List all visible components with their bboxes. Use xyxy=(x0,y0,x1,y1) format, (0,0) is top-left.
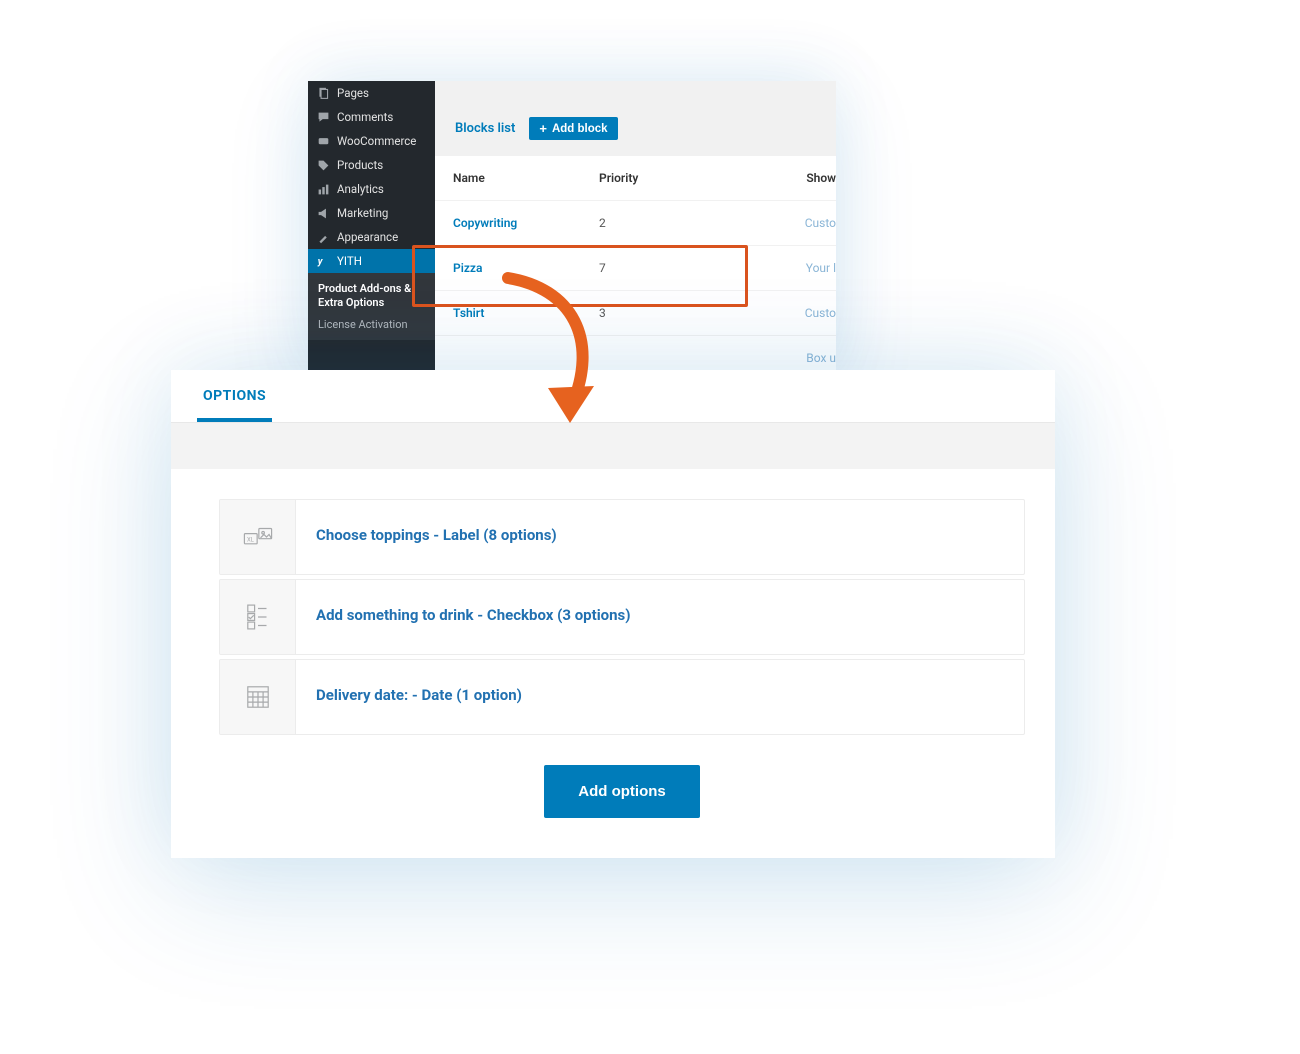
row-name-link[interactable]: Copywriting xyxy=(453,216,517,230)
options-gray-band xyxy=(171,423,1055,469)
row-priority: 3 xyxy=(587,291,737,335)
row-show: Box u xyxy=(806,351,836,365)
analytics-icon xyxy=(316,182,330,196)
sidebar-item-label: YITH xyxy=(337,254,362,268)
add-block-label: Add block xyxy=(552,123,608,135)
svg-text:XL: XL xyxy=(246,536,254,543)
marketing-icon xyxy=(316,206,330,220)
row-name-link[interactable]: Tshirt xyxy=(453,306,484,320)
wp-sidebar: Pages Comments WooCommerce Products Anal… xyxy=(308,81,435,376)
blocks-header: Blocks list + Add block xyxy=(435,99,836,156)
sidebar-item-analytics[interactable]: Analytics xyxy=(308,177,435,201)
sidebar-item-label: Marketing xyxy=(337,206,388,220)
options-tabbar: OPTIONS xyxy=(171,370,1055,423)
row-name-link[interactable]: Pizza xyxy=(453,261,482,275)
table-row[interactable]: Tshirt 3 Custo xyxy=(435,291,836,336)
option-row[interactable]: XL Choose toppings - Label (8 options) xyxy=(219,499,1025,575)
option-row[interactable]: Add something to drink - Checkbox (3 opt… xyxy=(219,579,1025,655)
option-label[interactable]: Choose toppings - Label (8 options) xyxy=(296,500,1024,574)
blocks-table: Name Priority Show Copywriting 2 Custo P… xyxy=(435,156,836,376)
option-row[interactable]: Delivery date: - Date (1 option) xyxy=(219,659,1025,735)
table-row[interactable]: Pizza 7 Your l xyxy=(435,246,836,291)
row-show: Custo xyxy=(805,306,836,320)
sidebar-item-pages[interactable]: Pages xyxy=(308,81,435,105)
yith-icon: y xyxy=(316,254,330,268)
wp-admin-panel: Pages Comments WooCommerce Products Anal… xyxy=(308,81,836,376)
sidebar-item-label: Analytics xyxy=(337,182,384,196)
submenu-item-license[interactable]: License Activation xyxy=(308,314,435,335)
sidebar-item-label: WooCommerce xyxy=(337,134,416,148)
col-name: Name xyxy=(435,156,587,200)
sidebar-item-products[interactable]: Products xyxy=(308,153,435,177)
sidebar-item-label: Pages xyxy=(337,86,369,100)
table-header-row: Name Priority Show xyxy=(435,156,836,201)
blocks-list-title: Blocks list xyxy=(455,121,515,136)
add-block-button[interactable]: + Add block xyxy=(529,117,617,140)
sidebar-item-comments[interactable]: Comments xyxy=(308,105,435,129)
row-show: Your l xyxy=(806,261,836,275)
sidebar-item-woocommerce[interactable]: WooCommerce xyxy=(308,129,435,153)
sidebar-item-label: Products xyxy=(337,158,383,172)
option-label[interactable]: Delivery date: - Date (1 option) xyxy=(296,660,1024,734)
comments-icon xyxy=(316,110,330,124)
sidebar-item-label: Comments xyxy=(337,110,393,124)
products-icon xyxy=(316,158,330,172)
row-priority: 2 xyxy=(587,201,737,245)
col-priority: Priority xyxy=(587,156,737,200)
col-show: Show xyxy=(737,156,836,200)
option-label[interactable]: Add something to drink - Checkbox (3 opt… xyxy=(296,580,1024,654)
svg-text:y: y xyxy=(317,257,324,268)
pages-icon xyxy=(316,86,330,100)
submenu-item-addons[interactable]: Product Add-ons & Extra Options xyxy=(308,278,435,314)
options-body: XL Choose toppings - Label (8 options) xyxy=(171,469,1055,858)
row-priority: 7 xyxy=(587,246,737,290)
blocks-area: Blocks list + Add block Name Priority Sh… xyxy=(435,81,836,376)
plus-icon: + xyxy=(539,122,547,135)
sidebar-item-appearance[interactable]: Appearance xyxy=(308,225,435,249)
tab-options[interactable]: OPTIONS xyxy=(197,388,272,422)
sidebar-item-yith[interactable]: y YITH xyxy=(308,249,435,273)
add-options-button[interactable]: Add options xyxy=(544,765,699,818)
options-panel: OPTIONS XL Choose toppings - Label (8 op… xyxy=(171,370,1055,858)
checkbox-icon xyxy=(220,580,296,654)
sidebar-item-label: Appearance xyxy=(337,230,398,244)
table-row[interactable]: Copywriting 2 Custo xyxy=(435,201,836,246)
appearance-icon xyxy=(316,230,330,244)
wp-submenu: Product Add-ons & Extra Options License … xyxy=(308,273,435,340)
label-icon: XL xyxy=(220,500,296,574)
calendar-icon xyxy=(220,660,296,734)
woocommerce-icon xyxy=(316,134,330,148)
sidebar-item-marketing[interactable]: Marketing xyxy=(308,201,435,225)
row-show: Custo xyxy=(805,216,836,230)
add-options-row: Add options xyxy=(219,765,1025,818)
